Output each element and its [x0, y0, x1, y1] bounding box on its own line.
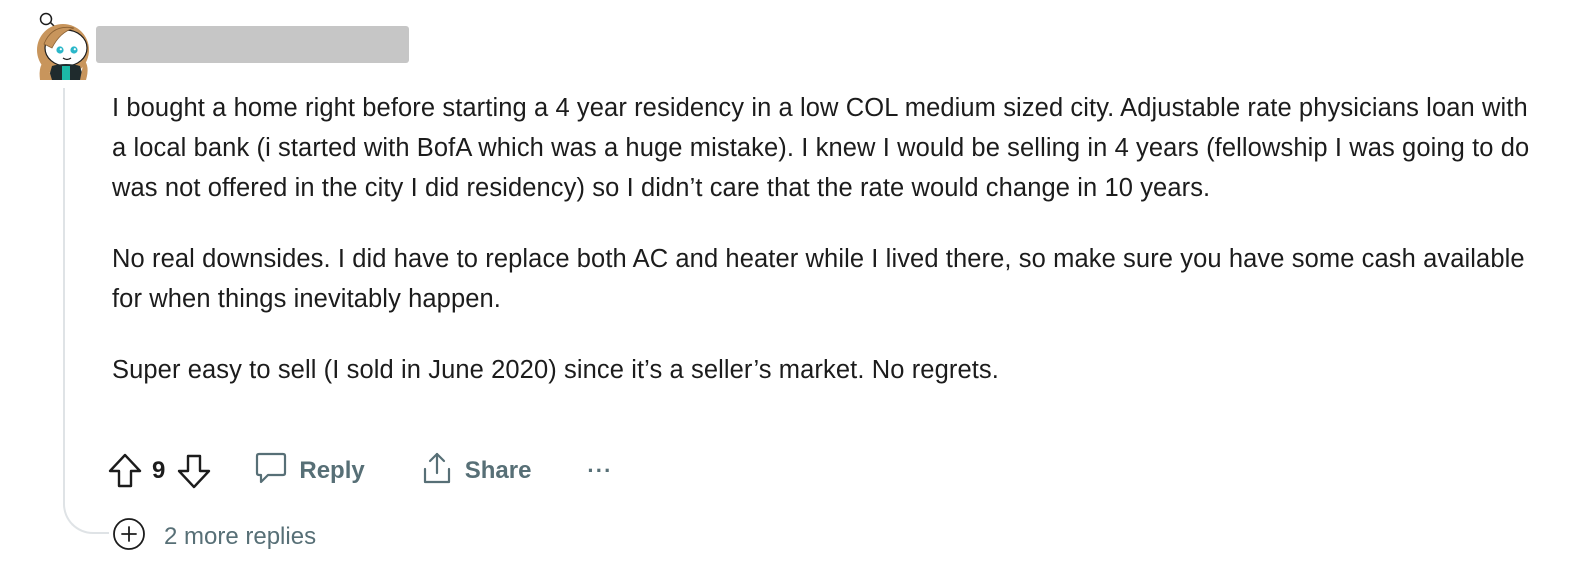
reply-button[interactable]: Reply	[255, 451, 365, 492]
comment-body: I bought a home right before starting a …	[112, 88, 1532, 421]
plus-circle-icon	[112, 517, 146, 556]
more-replies-label: 2 more replies	[164, 522, 317, 550]
share-label: Share	[464, 457, 532, 484]
snoo-avatar-icon	[37, 12, 89, 80]
comment-paragraph: No real downsides. I did have to replace…	[112, 245, 1525, 313]
comment-paragraph: I bought a home right before starting a …	[112, 94, 1530, 202]
downvote-icon[interactable]	[177, 453, 211, 489]
share-button[interactable]: Share	[421, 451, 532, 492]
upvote-icon[interactable]	[108, 453, 142, 489]
speech-bubble-icon	[255, 451, 287, 492]
more-replies-button[interactable]: 2 more replies	[112, 517, 323, 556]
vote-group: 9	[108, 453, 211, 489]
username-redacted[interactable]	[96, 26, 409, 63]
user-avatar[interactable]	[30, 8, 96, 80]
comment: I bought a home right before starting a …	[0, 0, 1576, 580]
comment-paragraph: Super easy to sell (I sold in June 2020)…	[112, 356, 999, 384]
vote-count: 9	[152, 457, 166, 484]
reply-label: Reply	[299, 457, 365, 484]
thread-line[interactable]	[63, 88, 109, 534]
comment-action-bar: 9 Reply Share ···	[108, 450, 612, 492]
share-upload-icon	[421, 451, 453, 492]
more-options-button[interactable]: ···	[587, 458, 612, 484]
